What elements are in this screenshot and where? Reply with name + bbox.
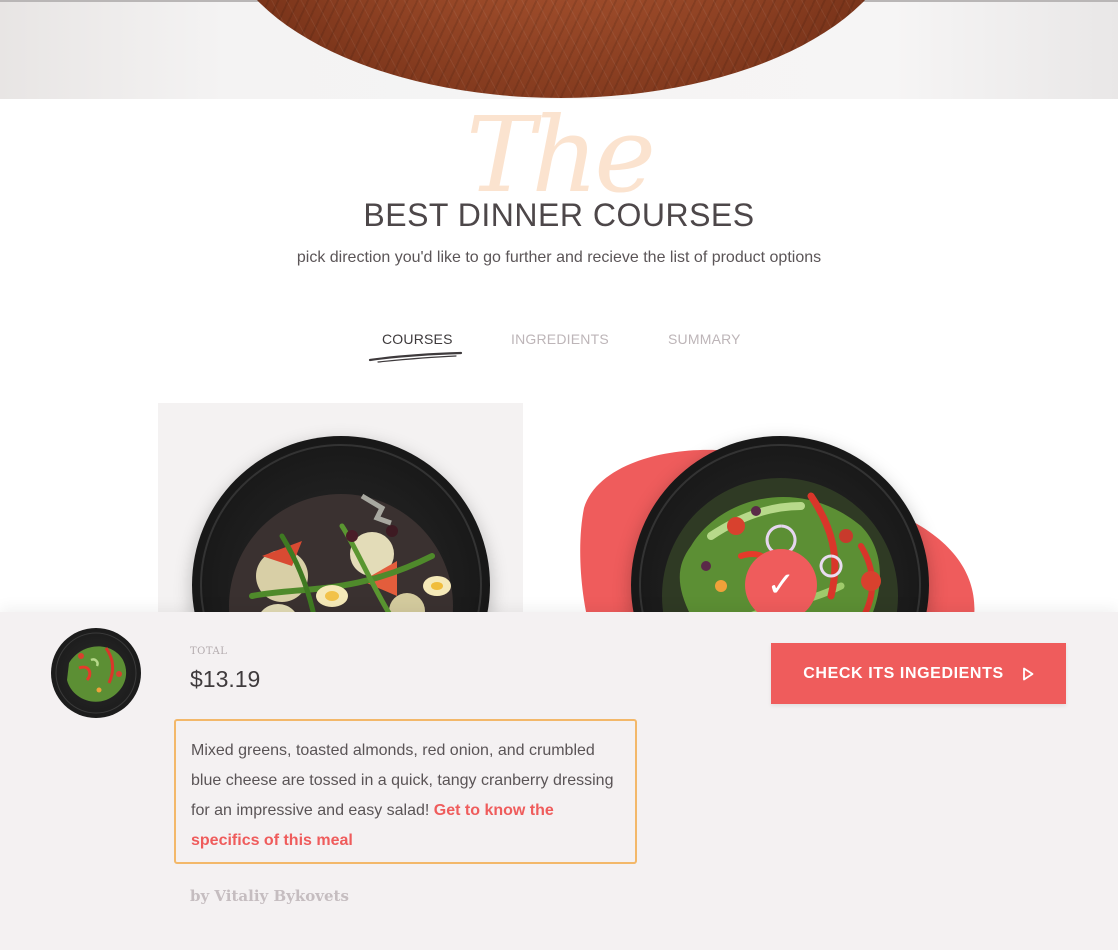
active-tab-underline	[368, 351, 463, 363]
total-label: TOTAL	[190, 646, 228, 657]
tab-ingredients[interactable]: INGREDIENTS	[511, 331, 609, 347]
check-ingredients-button[interactable]: CHECK ITS INGEDIENTS	[771, 643, 1066, 704]
wooden-bowl-image	[220, 0, 902, 98]
salad-plate-image	[192, 436, 490, 618]
hero-banner	[0, 0, 1118, 99]
script-decoration: The	[466, 94, 656, 216]
course-card-nicoise[interactable]	[158, 403, 523, 618]
selected-check-icon[interactable]: ✓	[745, 549, 817, 621]
tab-courses[interactable]: COURSES	[382, 331, 453, 347]
play-outline-icon	[1022, 667, 1034, 680]
author-credit: by Vitaliy Bykovets	[190, 887, 349, 905]
step-tabs: COURSES INGREDIENTS SUMMARY	[0, 331, 1118, 371]
page-title: BEST DINNER COURSES	[363, 197, 755, 233]
check-ingredients-label: CHECK ITS INGEDIENTS	[803, 664, 1004, 682]
course-description: Mixed greens, toasted almonds, red onion…	[174, 719, 637, 864]
tab-summary[interactable]: SUMMARY	[668, 331, 741, 347]
selected-course-thumbnail	[51, 628, 141, 718]
total-price: $13.19	[190, 666, 261, 692]
nicoise-salad-icon	[200, 444, 482, 618]
salad-thumbnail-icon	[55, 632, 137, 714]
page-subtitle: pick direction you'd like to go further …	[296, 249, 822, 266]
summary-panel: TOTAL $13.19 CHECK ITS INGEDIENTS Mixed …	[0, 612, 1118, 950]
